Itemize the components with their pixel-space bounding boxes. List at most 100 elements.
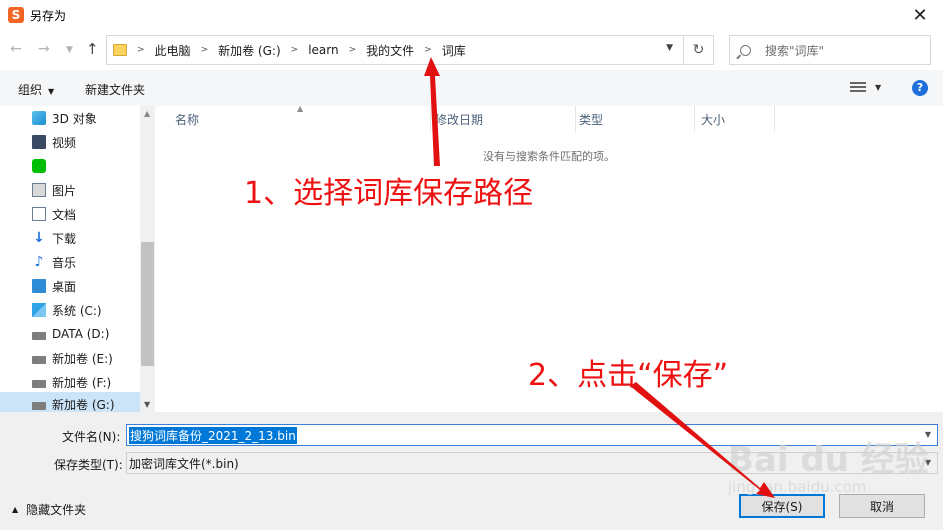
column-header-date-modified[interactable]: 修改日期 bbox=[435, 106, 483, 132]
sidebar-scrollbar[interactable]: ▲ ▼ bbox=[140, 106, 155, 412]
column-divider[interactable] bbox=[575, 106, 576, 132]
scroll-up-icon[interactable]: ▲ bbox=[144, 109, 150, 118]
column-header-size[interactable]: 大小 bbox=[701, 106, 725, 132]
sidebar-item-label: 桌面 bbox=[52, 279, 77, 294]
filename-value[interactable]: 搜狗词库备份_2021_2_13.bin bbox=[129, 426, 297, 444]
hide-folders-toggle[interactable]: ▲ 隐藏文件夹 bbox=[12, 501, 86, 518]
chevron-right-icon[interactable]: > bbox=[201, 45, 209, 55]
sidebar-item-label: 系统 (C:) bbox=[52, 303, 102, 318]
pictures-icon bbox=[32, 183, 46, 197]
organize-menu-button[interactable]: 组织 ▼ bbox=[18, 81, 54, 98]
sidebar-item-iqiyi[interactable] bbox=[32, 154, 142, 178]
system-drive-icon bbox=[32, 303, 46, 317]
sidebar-item-drive-g[interactable]: 新加卷 (G:) bbox=[0, 392, 140, 412]
sidebar-item-label: 新加卷 (G:) bbox=[52, 397, 115, 412]
chevron-up-icon: ▲ bbox=[12, 505, 19, 514]
hide-folders-label: 隐藏文件夹 bbox=[26, 503, 87, 517]
command-toolbar: 组织 ▼ 新建文件夹 ▼ ? bbox=[0, 70, 943, 106]
sidebar-item-label: DATA (D:) bbox=[52, 327, 110, 341]
sogou-app-icon: S bbox=[8, 7, 24, 23]
sidebar-item-3d-objects[interactable]: 3D 对象 bbox=[32, 106, 142, 130]
filetype-label: 保存类型(T): bbox=[54, 458, 123, 472]
breadcrumb-learn[interactable]: learn bbox=[308, 43, 338, 57]
save-button[interactable]: 保存(S) bbox=[739, 494, 825, 518]
search-placeholder: 搜索"词库" bbox=[765, 43, 825, 58]
forward-arrow-icon[interactable]: → bbox=[38, 41, 50, 57]
search-icon bbox=[740, 44, 751, 56]
help-icon[interactable]: ? bbox=[912, 80, 928, 96]
column-header-type[interactable]: 类型 bbox=[579, 106, 603, 132]
search-input[interactable]: 搜索"词库" bbox=[729, 35, 931, 65]
breadcrumb-this-pc[interactable]: 此电脑 bbox=[155, 42, 191, 59]
refresh-button[interactable]: ↻ bbox=[684, 35, 714, 65]
scroll-down-icon[interactable]: ▼ bbox=[144, 400, 150, 409]
column-divider[interactable] bbox=[694, 106, 695, 132]
address-dropdown-chevron-icon[interactable]: ▼ bbox=[666, 43, 673, 53]
sidebar-item-label: 下载 bbox=[52, 231, 77, 246]
sidebar-item-documents[interactable]: 文档 bbox=[32, 202, 142, 226]
3d-objects-icon bbox=[32, 111, 46, 125]
view-chevron-down-icon[interactable]: ▼ bbox=[875, 83, 881, 92]
cancel-button[interactable]: 取消 bbox=[839, 494, 925, 518]
window-title: 另存为 bbox=[30, 8, 67, 23]
video-icon bbox=[32, 135, 46, 149]
sidebar-item-label: 新加卷 (F:) bbox=[52, 375, 112, 390]
iqiyi-icon bbox=[32, 159, 46, 173]
annotation-step-2: 2、点击“保存” bbox=[528, 358, 729, 393]
new-folder-button[interactable]: 新建文件夹 bbox=[85, 81, 145, 98]
annotation-step-1: 1、选择词库保存路径 bbox=[244, 176, 534, 211]
up-arrow-icon[interactable]: ↑ bbox=[86, 40, 99, 58]
chevron-right-icon[interactable]: > bbox=[349, 45, 357, 55]
documents-icon bbox=[32, 207, 46, 221]
drive-icon bbox=[32, 402, 46, 410]
drive-icon bbox=[32, 380, 46, 388]
chevron-right-icon[interactable]: > bbox=[424, 45, 432, 55]
address-row: ← → ▼ ↑ > 此电脑 > 新加卷 (G:) > learn > 我的文件 … bbox=[0, 30, 943, 70]
desktop-icon bbox=[32, 279, 46, 293]
chevron-right-icon[interactable]: > bbox=[291, 45, 299, 55]
sidebar-item-label: 3D 对象 bbox=[52, 111, 97, 126]
navigation-pane[interactable]: 3D 对象 视频 图片 文档 ↓ 下载 ♪ 音乐 桌面 系统 (C:) DATA… bbox=[0, 106, 155, 412]
sidebar-item-label: 视频 bbox=[52, 135, 77, 150]
sidebar-item-desktop[interactable]: 桌面 bbox=[32, 274, 142, 298]
scrollbar-thumb[interactable] bbox=[141, 242, 154, 366]
breadcrumb-ciku[interactable]: 词库 bbox=[442, 42, 466, 59]
sidebar-item-videos[interactable]: 视频 bbox=[32, 130, 142, 154]
sidebar-item-drive-d[interactable]: DATA (D:) bbox=[32, 322, 142, 346]
drive-icon bbox=[32, 356, 46, 364]
view-options-icon[interactable] bbox=[850, 82, 866, 94]
sidebar-item-label: 图片 bbox=[52, 183, 77, 198]
sort-ascending-icon: ▲ bbox=[297, 104, 304, 113]
watermark-url: jingyan.baidu.com bbox=[728, 478, 867, 496]
column-divider[interactable] bbox=[430, 106, 431, 132]
chevron-down-icon: ▼ bbox=[48, 87, 55, 96]
recent-locations-chevron-icon[interactable]: ▼ bbox=[66, 45, 73, 55]
filename-label: 文件名(N): bbox=[62, 430, 121, 444]
drive-icon bbox=[32, 332, 46, 340]
back-arrow-icon[interactable]: ← bbox=[10, 41, 22, 57]
filetype-value: 加密词库文件(*.bin) bbox=[129, 456, 239, 471]
title-bar: S 另存为 ✕ bbox=[0, 0, 943, 30]
sidebar-item-pictures[interactable]: 图片 bbox=[32, 178, 142, 202]
downloads-icon: ↓ bbox=[33, 230, 45, 246]
column-header-name[interactable]: 名称 bbox=[175, 106, 199, 132]
chevron-right-icon[interactable]: > bbox=[137, 45, 145, 55]
refresh-icon: ↻ bbox=[692, 42, 705, 58]
sidebar-item-downloads[interactable]: ↓ 下载 bbox=[32, 226, 142, 250]
sidebar-item-drive-f[interactable]: 新加卷 (F:) bbox=[32, 370, 142, 394]
sidebar-item-drive-e[interactable]: 新加卷 (E:) bbox=[32, 346, 142, 370]
empty-message: 没有与搜索条件匹配的项。 bbox=[483, 150, 615, 163]
close-button[interactable]: ✕ bbox=[897, 0, 943, 30]
folder-icon bbox=[113, 44, 127, 56]
sidebar-item-drive-c[interactable]: 系统 (C:) bbox=[32, 298, 142, 322]
organize-label: 组织 bbox=[18, 83, 43, 97]
breadcrumb-drive-g[interactable]: 新加卷 (G:) bbox=[218, 42, 281, 59]
breadcrumb-my-files[interactable]: 我的文件 bbox=[366, 42, 414, 59]
close-icon: ✕ bbox=[912, 4, 928, 26]
address-bar[interactable]: > 此电脑 > 新加卷 (G:) > learn > 我的文件 > 词库 ▼ bbox=[106, 35, 684, 65]
sidebar-item-label: 音乐 bbox=[52, 255, 77, 270]
baidu-jingyan-watermark: Bai du 经验 bbox=[728, 440, 929, 480]
sidebar-item-label: 新加卷 (E:) bbox=[52, 351, 113, 366]
sidebar-item-music[interactable]: ♪ 音乐 bbox=[32, 250, 142, 274]
column-divider[interactable] bbox=[774, 106, 775, 132]
